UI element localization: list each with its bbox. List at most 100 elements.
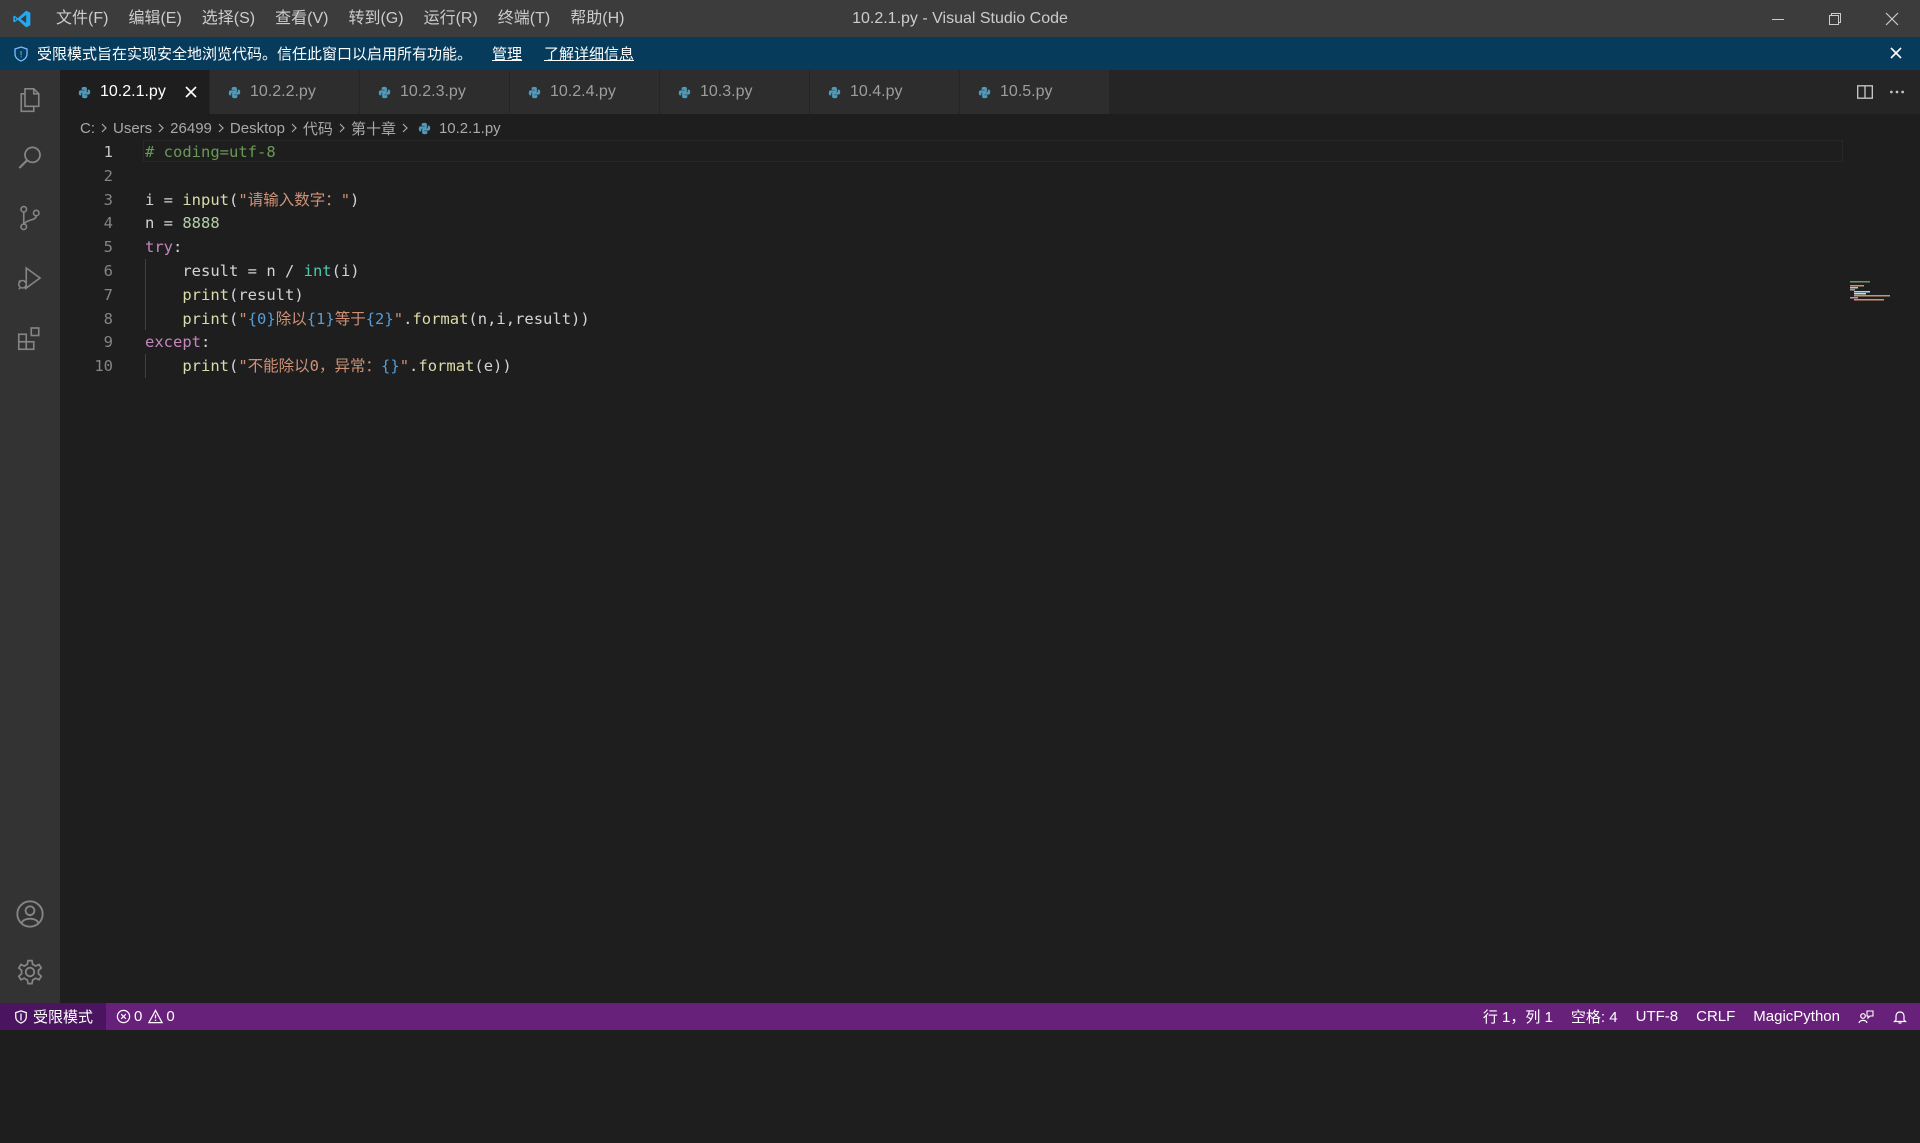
code-token: format — [418, 357, 475, 376]
code-editor[interactable]: 1 # coding=utf-8 2 3 i = input("请输入数字：") 4 n =… — [60, 140, 1920, 1003]
breadcrumb-item[interactable]: 26499 — [170, 120, 212, 137]
code-token: . — [409, 357, 419, 376]
menu-terminal[interactable]: 终端(T) — [488, 0, 560, 37]
code-token: print — [182, 285, 229, 304]
restore-button[interactable] — [1806, 0, 1863, 37]
tab-10-5[interactable]: 10.5.py — [960, 70, 1110, 114]
split-editor-icon[interactable] — [1856, 83, 1874, 101]
source-control-icon[interactable] — [0, 190, 60, 246]
python-file-icon — [978, 86, 991, 99]
editor-actions — [1856, 70, 1906, 114]
accounts-icon[interactable] — [0, 886, 60, 942]
tab-10-4[interactable]: 10.4.py — [810, 70, 960, 114]
code-token: format — [412, 309, 469, 328]
line-number: 6 — [103, 262, 113, 280]
chevron-right-icon — [216, 122, 226, 134]
breadcrumb-item[interactable]: 第十章 — [351, 118, 396, 139]
code-token: # coding=utf-8 — [145, 143, 276, 161]
status-bar-right: 行 1，列 1 空格: 4 UTF-8 CRLF MagicPython — [1474, 1003, 1920, 1030]
minimap[interactable] — [1850, 281, 1910, 311]
code-token: . — [403, 309, 413, 328]
more-actions-icon[interactable] — [1888, 83, 1906, 101]
code-token: ) — [350, 190, 360, 209]
close-window-button[interactable] — [1863, 0, 1920, 37]
error-icon — [116, 1009, 131, 1024]
code-token: " — [399, 357, 410, 376]
minimize-icon — [1771, 18, 1784, 20]
python-file-icon — [418, 122, 431, 135]
tab-10-2-4[interactable]: 10.2.4.py — [510, 70, 660, 114]
code-token: : — [201, 333, 211, 352]
line-code: n = 8888 — [145, 211, 220, 235]
tab-label: 10.2.2.py — [250, 83, 316, 100]
svg-text:!: ! — [19, 50, 23, 60]
menu-go[interactable]: 转到(G) — [338, 0, 413, 37]
breadcrumb-item[interactable]: Desktop — [230, 120, 285, 137]
learn-more-link[interactable]: 了解详细信息 — [544, 43, 634, 64]
activity-bar — [0, 70, 60, 1003]
manage-link[interactable]: 管理 — [492, 43, 522, 64]
close-icon — [1890, 47, 1902, 59]
cursor-position-status[interactable]: 行 1，列 1 — [1474, 1003, 1562, 1030]
status-bar: 受限模式 0 0 行 1，列 1 空格: 4 UTF-8 CRLF MagicP… — [0, 1003, 1920, 1030]
breadcrumb-item[interactable]: 代码 — [303, 118, 333, 139]
code-token: 8888 — [182, 214, 220, 233]
chevron-right-icon — [156, 122, 166, 134]
tab-10-2-3[interactable]: 10.2.3.py — [360, 70, 510, 114]
tab-label: 10.5.py — [1000, 83, 1053, 100]
menu-view[interactable]: 查看(V) — [265, 0, 338, 37]
search-icon[interactable] — [0, 130, 60, 186]
minimize-button[interactable] — [1749, 0, 1806, 37]
line-code: # coding=utf-8 — [145, 140, 276, 164]
explorer-icon[interactable] — [0, 72, 60, 128]
restricted-mode-status[interactable]: 受限模式 — [0, 1003, 107, 1030]
eol-status[interactable]: CRLF — [1687, 1003, 1744, 1030]
settings-gear-icon[interactable] — [0, 944, 60, 1000]
code-token: print — [182, 357, 229, 376]
code-token: {1} — [306, 309, 335, 328]
code-token: = — [154, 214, 183, 233]
close-icon — [185, 86, 197, 98]
chevron-right-icon — [337, 122, 347, 134]
notifications-bell-icon[interactable] — [1883, 1003, 1920, 1030]
line-code: result = n / int(i) — [145, 259, 359, 283]
tab-close-button[interactable] — [181, 82, 201, 102]
breadcrumb-item[interactable]: C: — [80, 120, 95, 137]
code-token: 等于 — [334, 309, 366, 328]
restricted-mode-label: 受限模式 — [33, 1009, 94, 1026]
tab-10-3[interactable]: 10.3.py — [660, 70, 810, 114]
menu-selection[interactable]: 选择(S) — [192, 0, 265, 37]
line-number: 9 — [103, 333, 113, 352]
chevron-right-icon — [289, 122, 299, 134]
menu-run[interactable]: 运行(R) — [414, 0, 488, 37]
menu-edit[interactable]: 编辑(E) — [118, 0, 191, 37]
indentation-status[interactable]: 空格: 4 — [1562, 1003, 1627, 1030]
extensions-icon[interactable] — [0, 310, 60, 366]
breadcrumb: C: Users 26499 Desktop 代码 第十章 10.2.1.py — [80, 116, 501, 140]
window-controls — [1749, 0, 1920, 37]
language-mode-status[interactable]: MagicPython — [1744, 1003, 1849, 1030]
code-token: ( — [229, 357, 239, 376]
menu-help[interactable]: 帮助(H) — [560, 0, 634, 37]
menu-file[interactable]: 文件(F) — [46, 0, 118, 37]
problems-status[interactable]: 0 0 — [116, 1003, 175, 1030]
line-number: 2 — [103, 166, 113, 185]
tab-10-2-1[interactable]: 10.2.1.py — [60, 70, 210, 114]
feedback-icon[interactable] — [1849, 1003, 1883, 1030]
line-code: print(result) — [145, 283, 303, 307]
tab-10-2-2[interactable]: 10.2.2.py — [210, 70, 360, 114]
code-token: {} — [381, 357, 400, 376]
run-debug-icon[interactable] — [0, 250, 60, 306]
restricted-mode-banner: ! 受限模式旨在实现安全地浏览代码。信任此窗口以启用所有功能。 管理 了解详细信… — [0, 37, 1920, 70]
python-file-icon — [528, 86, 541, 99]
code-token: print — [182, 309, 229, 328]
encoding-status[interactable]: UTF-8 — [1627, 1003, 1688, 1030]
code-token: "不能除以0，异常： — [238, 357, 382, 376]
banner-close-button[interactable] — [1886, 43, 1906, 63]
indent-guide — [145, 354, 146, 378]
line-code: i = input("请输入数字：") — [145, 188, 359, 212]
breadcrumb-item[interactable]: Users — [113, 120, 152, 137]
breadcrumb-file[interactable]: 10.2.1.py — [414, 120, 501, 137]
